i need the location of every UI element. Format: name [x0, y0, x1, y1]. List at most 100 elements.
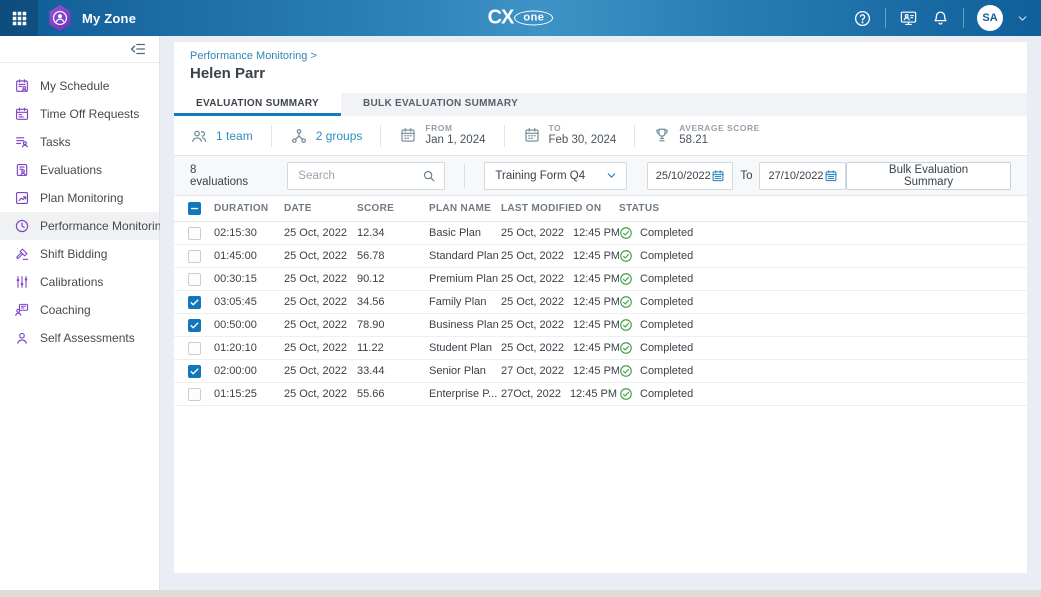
evaluation-count: 8 evaluations	[190, 164, 257, 188]
open-in-new-icon[interactable]	[1000, 387, 1015, 402]
delete-icon[interactable]	[972, 295, 987, 310]
row-checkbox[interactable]	[188, 250, 201, 263]
add-to-list-icon[interactable]	[944, 387, 959, 402]
bulk-evaluation-summary-button[interactable]: Bulk Evaluation Summary	[846, 162, 1011, 190]
column-status: STATUS	[619, 203, 927, 214]
cell-date: 25 Oct, 2022	[284, 227, 357, 239]
row-checkbox[interactable]	[188, 365, 201, 378]
cell-date: 25 Oct, 2022	[284, 250, 357, 262]
row-checkbox[interactable]	[188, 227, 201, 240]
sidebar-item-performance-monitoring[interactable]: Performance Monitoring	[0, 212, 159, 240]
delete-icon[interactable]	[972, 272, 987, 287]
sidebar-collapse-icon[interactable]	[129, 40, 147, 58]
team-link[interactable]: 1 team	[190, 127, 253, 145]
sidebar-item-self-assessments[interactable]: Self Assessments	[0, 324, 159, 352]
calendar-picker-icon[interactable]	[711, 169, 725, 183]
team-icon	[190, 127, 208, 145]
coaching-icon	[14, 302, 30, 318]
cell-score: 12.34	[357, 227, 429, 239]
cell-date: 25 Oct, 2022	[284, 365, 357, 377]
sidebar-item-tasks[interactable]: Tasks	[0, 128, 159, 156]
table-row: 02:00:00 25 Oct, 2022 33.44 Senior Plan …	[174, 360, 1027, 383]
sidebar-item-shift-bidding[interactable]: Shift Bidding	[0, 240, 159, 268]
search-input[interactable]	[298, 170, 422, 182]
notifications-bell-icon[interactable]	[931, 9, 950, 28]
cell-last-modified: 25 Oct, 202212:45 PM	[501, 227, 619, 239]
calendar-icon	[399, 126, 417, 144]
delete-icon[interactable]	[972, 226, 987, 241]
tab-bulk-evaluation-summary[interactable]: BULK EVALUATION SUMMARY	[341, 93, 540, 116]
row-checkbox[interactable]	[188, 319, 201, 332]
cell-status: Completed	[619, 295, 927, 309]
date-to-input[interactable]: 27/10/2022	[759, 162, 846, 190]
cell-duration: 01:20:10	[214, 342, 284, 354]
summary-bar: 1 team 2 groups FROM Jan 1, 2024	[174, 116, 1027, 156]
sidebar-item-time-off-requests[interactable]: Time Off Requests	[0, 100, 159, 128]
add-to-list-icon[interactable]	[944, 295, 959, 310]
row-checkbox[interactable]	[188, 388, 201, 401]
tabs: EVALUATION SUMMARY BULK EVALUATION SUMMA…	[174, 93, 1027, 116]
open-in-new-icon[interactable]	[1000, 226, 1015, 241]
agent-screen-icon[interactable]	[899, 9, 918, 28]
form-select[interactable]: Training Form Q4	[484, 162, 626, 190]
add-to-list-icon[interactable]	[944, 318, 959, 333]
average-score-stat: AVERAGE SCORE 58.21	[653, 124, 760, 147]
sidebar-item-my-schedule[interactable]: My Schedule	[0, 72, 159, 100]
row-actions	[927, 341, 1027, 356]
table-body: 02:15:30 25 Oct, 2022 12.34 Basic Plan 2…	[174, 222, 1027, 406]
open-in-new-icon[interactable]	[1000, 364, 1015, 379]
filter-toolbar: 8 evaluations Training Form Q4 25/10/202…	[174, 156, 1027, 196]
page-title: Helen Parr	[190, 65, 1011, 82]
add-to-list-icon[interactable]	[944, 364, 959, 379]
row-actions	[927, 364, 1027, 379]
delete-icon[interactable]	[972, 249, 987, 264]
sidebar-item-coaching[interactable]: Coaching	[0, 296, 159, 324]
avatar[interactable]: SA	[977, 5, 1003, 31]
delete-icon[interactable]	[972, 364, 987, 379]
select-all-checkbox[interactable]	[188, 202, 201, 215]
calendar-picker-icon[interactable]	[824, 169, 838, 183]
sidebar-item-calibrations[interactable]: Calibrations	[0, 268, 159, 296]
column-plan-name: PLAN NAME	[429, 203, 501, 214]
completed-check-icon	[619, 341, 633, 355]
to-date-stat: TO Feb 30, 2024	[523, 124, 617, 147]
delete-icon[interactable]	[972, 341, 987, 356]
row-checkbox[interactable]	[188, 273, 201, 286]
cell-plan-name: Basic Plan	[429, 227, 501, 239]
self-assessments-icon	[14, 330, 30, 346]
delete-icon[interactable]	[972, 318, 987, 333]
delete-icon[interactable]	[972, 387, 987, 402]
add-to-list-icon[interactable]	[944, 272, 959, 287]
search-icon[interactable]	[422, 169, 436, 183]
sidebar-collapse-row	[0, 36, 159, 63]
sidebar-item-plan-monitoring[interactable]: Plan Monitoring	[0, 184, 159, 212]
cell-status: Completed	[619, 341, 927, 355]
open-in-new-icon[interactable]	[1000, 249, 1015, 264]
table-row: 00:30:15 25 Oct, 2022 90.12 Premium Plan…	[174, 268, 1027, 291]
open-in-new-icon[interactable]	[1000, 272, 1015, 287]
open-in-new-icon[interactable]	[1000, 318, 1015, 333]
cell-score: 56.78	[357, 250, 429, 262]
column-score: SCORE	[357, 203, 429, 214]
open-in-new-icon[interactable]	[1000, 341, 1015, 356]
date-from-input[interactable]: 25/10/2022	[647, 162, 734, 190]
cell-last-modified: 27 Oct, 202212:45 PM	[501, 365, 619, 377]
completed-check-icon	[619, 295, 633, 309]
row-checkbox[interactable]	[188, 342, 201, 355]
table-row: 00:50:00 25 Oct, 2022 78.90 Business Pla…	[174, 314, 1027, 337]
add-to-list-icon[interactable]	[944, 249, 959, 264]
groups-link[interactable]: 2 groups	[290, 127, 363, 145]
tab-evaluation-summary[interactable]: EVALUATION SUMMARY	[174, 93, 341, 116]
help-icon[interactable]	[853, 9, 872, 28]
breadcrumb[interactable]: Performance Monitoring >	[190, 50, 1011, 62]
avatar-chevron-down-icon[interactable]	[1016, 12, 1029, 25]
app-launcher-button[interactable]	[0, 0, 38, 36]
open-in-new-icon[interactable]	[1000, 295, 1015, 310]
my-zone-badge-icon	[48, 5, 72, 31]
cell-plan-name: Senior Plan	[429, 365, 501, 377]
column-duration: DURATION	[214, 203, 284, 214]
add-to-list-icon[interactable]	[944, 341, 959, 356]
sidebar-item-evaluations[interactable]: Evaluations	[0, 156, 159, 184]
add-to-list-icon[interactable]	[944, 226, 959, 241]
row-checkbox[interactable]	[188, 296, 201, 309]
